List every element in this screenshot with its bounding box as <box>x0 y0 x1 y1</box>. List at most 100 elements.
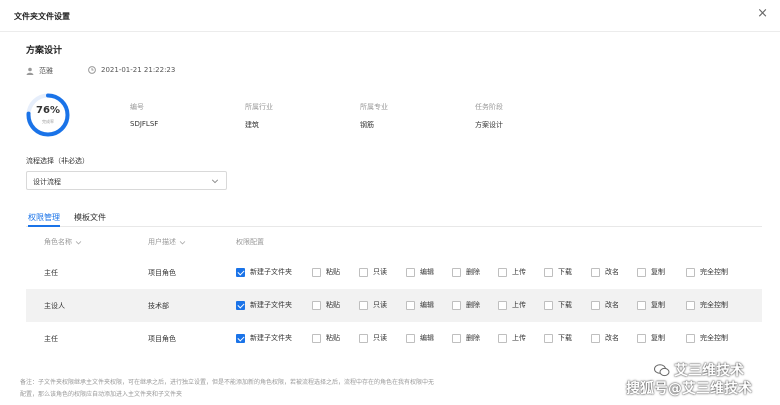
permission-label: 复制 <box>651 334 665 342</box>
permission-checkbox[interactable]: 新建子文件夹 <box>236 333 292 343</box>
close-icon[interactable]: × <box>757 7 768 21</box>
permission-checkbox[interactable]: 删除 <box>452 267 480 277</box>
permission-checkbox[interactable]: 复制 <box>637 333 665 343</box>
checkbox[interactable] <box>498 333 507 343</box>
checkbox[interactable] <box>236 300 245 310</box>
permission-checkbox[interactable]: 改名 <box>591 333 619 343</box>
checkbox[interactable] <box>359 267 368 277</box>
permission-checkbox[interactable]: 上传 <box>498 300 526 310</box>
checkbox[interactable] <box>359 333 368 343</box>
checkbox[interactable] <box>359 300 368 310</box>
datetime-text: 2021-01-21 21:22:23 <box>101 66 176 74</box>
checkbox[interactable] <box>312 300 321 310</box>
checkbox[interactable] <box>406 300 415 310</box>
checkbox[interactable] <box>637 300 646 310</box>
info-label: 所属行业 <box>245 103 273 111</box>
permission-checkbox[interactable]: 完全控制 <box>686 267 728 277</box>
permission-checkbox[interactable]: 粘贴 <box>312 300 340 310</box>
checkbox[interactable] <box>637 267 646 277</box>
note-line: 配置，那么该角色的权限应自动添加进入主文件夹和子文件夹 <box>20 391 183 398</box>
checkbox[interactable] <box>591 300 600 310</box>
info-value: SDJFLSF <box>130 120 159 128</box>
permission-checkbox[interactable]: 上传 <box>498 333 526 343</box>
flow-select-label: 流程选择（非必选） <box>26 157 89 165</box>
permission-checkbox[interactable]: 复制 <box>637 267 665 277</box>
column-role[interactable]: 角色名称 <box>44 237 82 247</box>
dialog-header: 文件夹文件设置 × <box>0 0 780 32</box>
permission-checkbox[interactable]: 只读 <box>359 267 387 277</box>
permission-checkbox[interactable]: 编辑 <box>406 267 434 277</box>
permission-label: 只读 <box>373 301 387 309</box>
permission-checkbox[interactable]: 编辑 <box>406 333 434 343</box>
permission-label: 新建子文件夹 <box>250 268 292 276</box>
permission-label: 下载 <box>558 334 572 342</box>
checkbox[interactable] <box>544 333 553 343</box>
checkbox[interactable] <box>312 267 321 277</box>
permission-checkbox[interactable]: 编辑 <box>406 300 434 310</box>
permission-label: 改名 <box>605 334 619 342</box>
checkbox[interactable] <box>236 333 245 343</box>
permission-checkbox[interactable]: 删除 <box>452 300 480 310</box>
table-row: 主设人 技术部 新建子文件夹 粘贴 只读 编辑 删除 上传 下载 改名 复制 完全控制 <box>26 289 762 322</box>
checkbox[interactable] <box>406 333 415 343</box>
checkbox[interactable] <box>452 333 461 343</box>
permission-checkbox[interactable]: 删除 <box>452 333 480 343</box>
permission-label: 编辑 <box>420 268 434 276</box>
checkbox[interactable] <box>544 267 553 277</box>
flow-select-value: 设计流程 <box>33 178 61 186</box>
checkbox[interactable] <box>544 300 553 310</box>
permission-checkbox[interactable]: 完全控制 <box>686 300 728 310</box>
permission-checkbox[interactable]: 完全控制 <box>686 333 728 343</box>
permission-checkbox[interactable]: 上传 <box>498 267 526 277</box>
info-number: 编号 SDJFLSF <box>130 102 158 128</box>
role-description: 项目角色 <box>148 335 176 343</box>
permission-checkbox[interactable]: 改名 <box>591 300 619 310</box>
tab-permissions[interactable]: 权限管理 <box>28 212 60 227</box>
permission-checkbox[interactable]: 粘贴 <box>312 267 340 277</box>
permission-checkbox[interactable]: 只读 <box>359 333 387 343</box>
permission-label: 编辑 <box>420 301 434 309</box>
chevron-down-icon <box>179 240 186 244</box>
info-value: 方案设计 <box>475 121 503 129</box>
flow-select[interactable]: 设计流程 <box>26 171 227 190</box>
permission-checkbox[interactable]: 改名 <box>591 267 619 277</box>
watermark-line1: 艾三维技术 <box>654 360 744 380</box>
checkbox[interactable] <box>591 333 600 343</box>
checkbox[interactable] <box>236 267 245 277</box>
note-text: 备注：子文件夹权限继承主文件夹权限，可在继承之后，进行独立设置，但是不能添加新的… <box>20 377 580 401</box>
column-perm: 权限配置 <box>236 237 264 247</box>
checkbox[interactable] <box>591 267 600 277</box>
checkbox[interactable] <box>498 267 507 277</box>
permission-label: 复制 <box>651 301 665 309</box>
role-description: 技术部 <box>148 302 169 310</box>
progress-percent: 76% <box>36 105 60 116</box>
checkbox[interactable] <box>498 300 507 310</box>
tab-templates[interactable]: 模板文件 <box>74 212 106 223</box>
checkbox[interactable] <box>406 267 415 277</box>
table-header: 角色名称 用户描述 权限配置 <box>26 232 762 250</box>
checkbox[interactable] <box>686 300 695 310</box>
permission-label: 上传 <box>512 268 526 276</box>
wechat-icon <box>654 363 670 376</box>
role-name: 主任 <box>44 269 58 277</box>
checkbox[interactable] <box>452 267 461 277</box>
column-desc[interactable]: 用户描述 <box>148 237 186 247</box>
permission-checkbox[interactable]: 粘贴 <box>312 333 340 343</box>
permission-label: 粘贴 <box>326 301 340 309</box>
checkbox[interactable] <box>637 333 646 343</box>
permission-checkbox[interactable]: 下载 <box>544 267 572 277</box>
checkbox[interactable] <box>312 333 321 343</box>
permission-label: 删除 <box>466 334 480 342</box>
permission-checkbox[interactable]: 只读 <box>359 300 387 310</box>
role-description: 项目角色 <box>148 269 176 277</box>
checkbox[interactable] <box>686 333 695 343</box>
permission-checkbox[interactable]: 新建子文件夹 <box>236 267 292 277</box>
permission-checkbox[interactable]: 新建子文件夹 <box>236 300 292 310</box>
info-stage: 任务阶段 方案设计 <box>475 102 503 130</box>
permission-checkbox[interactable]: 复制 <box>637 300 665 310</box>
permission-label: 完全控制 <box>700 301 728 309</box>
checkbox[interactable] <box>686 267 695 277</box>
permission-checkbox[interactable]: 下载 <box>544 333 572 343</box>
permission-checkbox[interactable]: 下载 <box>544 300 572 310</box>
checkbox[interactable] <box>452 300 461 310</box>
